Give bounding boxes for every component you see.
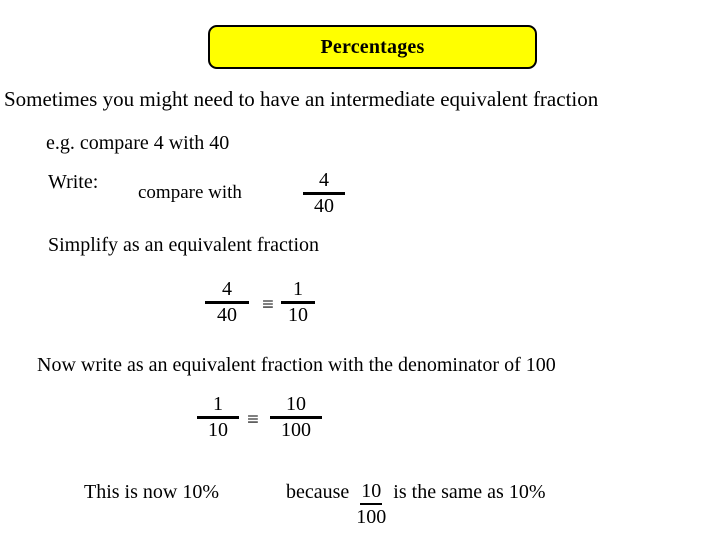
intro-text: Sometimes you might need to have an inte…	[4, 87, 599, 111]
conclusion-text: This is now 10%	[84, 481, 219, 503]
simplify-text: Simplify as an equivalent fraction	[48, 234, 320, 256]
fraction-ten-hundredths-inline: 10 100	[356, 481, 386, 528]
slide-canvas: Percentages Sometimes you might need to …	[0, 0, 720, 540]
title-banner: Percentages	[208, 25, 537, 69]
fraction-denominator: 10	[288, 304, 308, 326]
fraction-denominator: 40	[217, 304, 237, 326]
equivalence-symbol-icon: ≡	[247, 407, 259, 431]
fraction-one-tenth-second: 1 10	[197, 394, 239, 441]
fraction-four-fortieths-second: 4 40	[205, 279, 249, 326]
fraction-numerator: 4	[222, 278, 232, 300]
fraction-one-tenth: 1 10	[281, 279, 315, 326]
fraction-denominator: 40	[314, 195, 334, 217]
because-prefix: because	[286, 481, 350, 503]
equivalence-symbol-icon: ≡	[262, 292, 274, 316]
fraction-denominator: 100	[356, 506, 387, 528]
fraction-numerator: 10	[286, 393, 306, 415]
fraction-denominator: 10	[208, 419, 228, 441]
fraction-numerator: 1	[213, 393, 223, 415]
fraction-four-fortieths: 4 40	[303, 170, 345, 217]
example-text: e.g. compare 4 with 40	[46, 132, 230, 154]
compare-with-text: compare with	[138, 182, 242, 203]
because-statement: because 10 100 is the same as 10%	[286, 481, 545, 528]
because-suffix: is the same as 10%	[393, 481, 546, 503]
fraction-numerator: 1	[293, 278, 303, 300]
fraction-denominator: 100	[281, 419, 311, 441]
now-write-text: Now write as an equivalent fraction with…	[37, 354, 556, 376]
page-title: Percentages	[320, 36, 425, 58]
fraction-numerator: 4	[319, 169, 329, 191]
fraction-ten-hundredths: 10 100	[270, 394, 322, 441]
fraction-numerator: 10	[360, 481, 383, 505]
write-label: Write:	[48, 171, 99, 193]
